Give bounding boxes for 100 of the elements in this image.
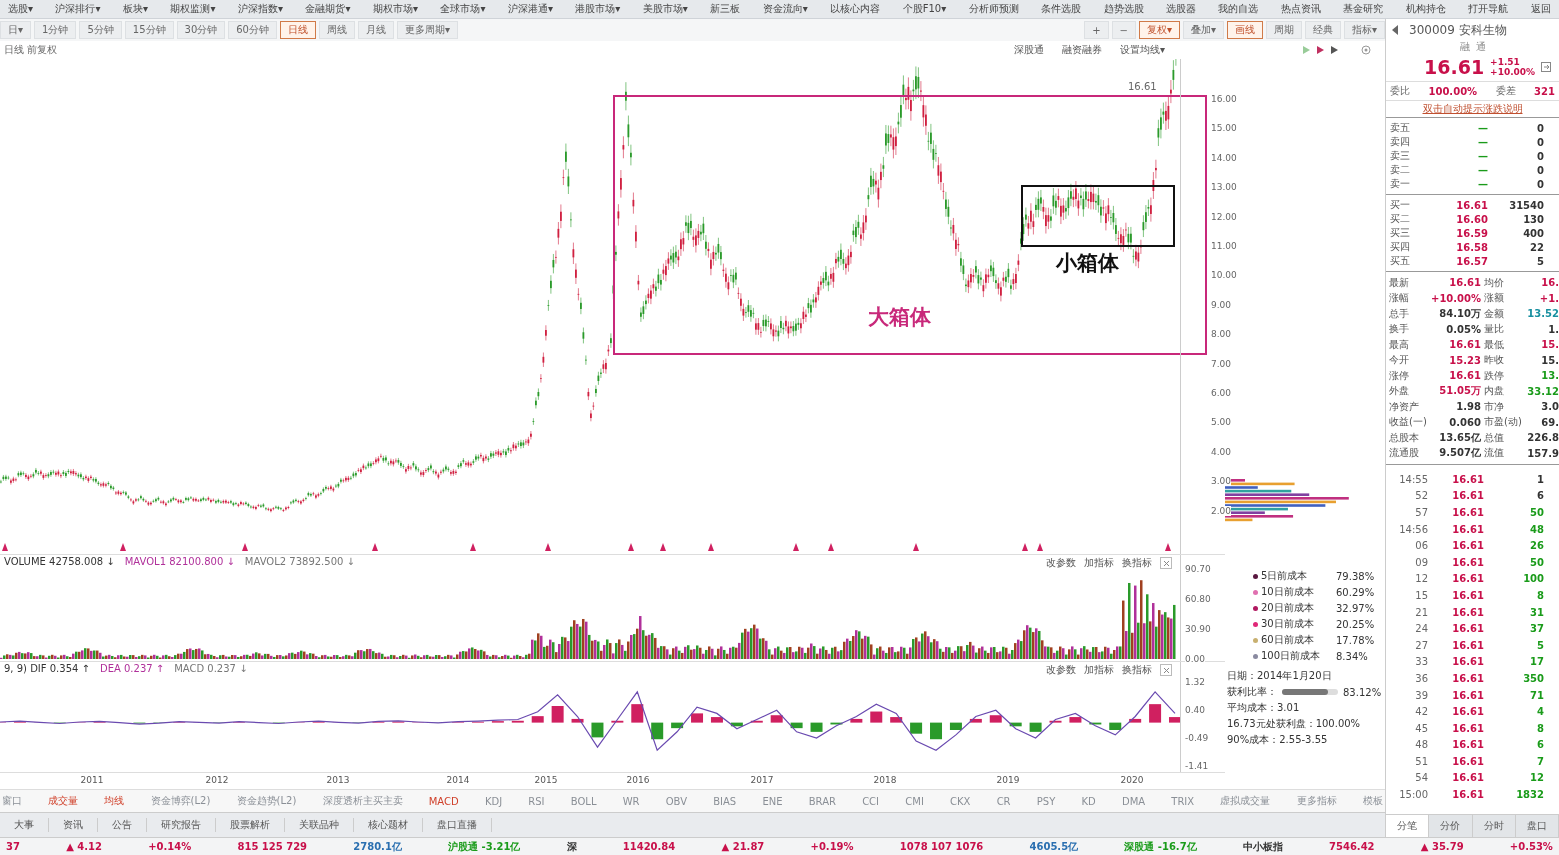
chart-tool-button[interactable]: 画线 [1226, 21, 1263, 39]
menu-item[interactable]: 打开导航 [1466, 2, 1511, 16]
menu-item[interactable]: 热点资讯 [1278, 2, 1323, 16]
period-tab[interactable]: 更多周期▾ [397, 21, 458, 39]
tick-price: 16.61 [1451, 706, 1484, 718]
menu-item[interactable]: 沪深排行▾ [53, 2, 103, 16]
close-button[interactable] [1160, 664, 1172, 677]
indicator-tab[interactable]: 窗口 [2, 794, 22, 808]
menu-item[interactable]: 选股器 [1164, 2, 1199, 16]
chip-info-line: 90%成本：2.55-3.55 [1227, 733, 1329, 747]
chart-tool-button[interactable]: + [1084, 21, 1109, 39]
period-tab[interactable]: 日▾ [0, 21, 32, 39]
chart-link[interactable]: 融资融券 [1061, 43, 1102, 57]
indicator-tab[interactable]: 成交量 [48, 794, 79, 808]
panel-tool-link[interactable]: 加指标 [1084, 556, 1114, 570]
quote-tab[interactable]: 盘口 [1515, 815, 1559, 837]
menu-item[interactable]: 沪深港通▾ [505, 2, 555, 16]
axis-label: 0.00 [1185, 654, 1206, 664]
menu-item[interactable]: 全球市场▾ [438, 2, 488, 16]
back-arrow-icon[interactable] [1392, 25, 1399, 35]
menu-item[interactable]: 基金研究 [1341, 2, 1386, 16]
menu-item[interactable]: 以核心内容 [828, 2, 883, 16]
close-button[interactable] [1160, 557, 1172, 569]
menu-item[interactable]: 期权监测▾ [168, 2, 218, 16]
menu-item[interactable]: 板块▾ [120, 2, 150, 16]
panel-tool-link[interactable]: 换指标 [1122, 556, 1152, 570]
legend-value: 60.29% [1336, 586, 1375, 598]
menu-item[interactable]: 条件选股 [1039, 2, 1084, 16]
indicator-tab[interactable]: MACD [428, 795, 459, 807]
tick-time: 09 [1414, 556, 1428, 568]
legend-label: 5日前成本 [1261, 569, 1309, 583]
hint-link[interactable]: 双击自动提示涨跌说明 [1386, 101, 1559, 118]
indicator-tab[interactable]: 更多指标 [1296, 794, 1337, 808]
quote-tab[interactable]: 分价 [1429, 815, 1473, 837]
menu-item[interactable]: 选股▾ [6, 2, 36, 16]
chart-tool-button[interactable]: 经典 [1304, 21, 1341, 39]
stat-label: 最新 [1389, 275, 1410, 290]
menu-item[interactable]: 港股市场▾ [573, 2, 623, 16]
bottom-tab[interactable]: 公告 [98, 818, 147, 832]
legend-label: 30日前成本 [1261, 617, 1315, 631]
period-tab[interactable]: 60分钟 [228, 21, 277, 39]
bottom-tab[interactable]: 盘口直播 [423, 818, 492, 832]
chart-link[interactable]: 设置均线▾ [1119, 43, 1165, 57]
menu-item[interactable]: 新三板 [708, 2, 743, 16]
chart-link[interactable]: 深股通 [1013, 43, 1044, 57]
panel-tool-link[interactable]: 改参数 [1046, 556, 1076, 570]
signal-marker-icon [1165, 543, 1171, 551]
chart-tool-button[interactable]: 复权▾ [1138, 21, 1180, 39]
year-label: 2017 [750, 775, 774, 786]
period-tab[interactable]: 周线 [319, 21, 355, 39]
period-tab[interactable]: 1分钟 [34, 21, 77, 39]
indicator-value: 9, 9) DIF 0.354 ↑ [4, 663, 90, 675]
panel-tool-link[interactable]: 加指标 [1084, 663, 1114, 678]
stat-value: 16.61 [1448, 339, 1481, 351]
signal-marker-icon [708, 543, 714, 551]
period-tab[interactable]: 15分钟 [124, 21, 174, 39]
chart-tool-button[interactable]: 指标▾ [1343, 21, 1385, 39]
quote-tab[interactable]: 分时 [1472, 815, 1516, 837]
order-label: 买三 [1390, 226, 1411, 240]
axis-label: 1.32 [1185, 677, 1206, 688]
menu-item[interactable]: 趋势选股 [1101, 2, 1146, 16]
stat-value: 15.23 [1448, 354, 1481, 366]
signal-marker-icon [545, 543, 551, 551]
quote-tab[interactable]: 分笔 [1386, 815, 1430, 837]
bottom-tab[interactable]: 资讯 [49, 818, 98, 832]
period-tab[interactable]: 日线 [280, 21, 316, 39]
menu-item[interactable]: 美股市场▾ [640, 2, 690, 16]
tick-time: 14:56 [1398, 523, 1428, 535]
settings-icon[interactable] [1361, 45, 1371, 55]
chart-tool-button[interactable]: 叠加▾ [1182, 21, 1224, 39]
ratio-value: 100.00% [1428, 85, 1478, 97]
chart-tool-button[interactable]: − [1111, 21, 1136, 39]
period-tab[interactable]: 月线 [358, 21, 394, 39]
status-value: 中小板指 [1242, 839, 1283, 854]
menu-item[interactable]: 个股F10▾ [900, 2, 949, 16]
bottom-tab[interactable]: 股票解析 [216, 818, 285, 832]
menu-item[interactable]: 返回 [1528, 2, 1553, 16]
menu-item[interactable]: 我的自选 [1216, 2, 1261, 16]
menu-item[interactable]: 分析师预测 [966, 2, 1021, 16]
chart-tool-button[interactable]: 周期 [1265, 21, 1302, 39]
period-tab[interactable]: 5分钟 [79, 21, 122, 39]
panel-tool-link[interactable]: 改参数 [1046, 663, 1076, 678]
stat-label: 跌停 [1483, 368, 1505, 383]
bottom-tab[interactable]: 研究报告 [147, 818, 216, 832]
panel-tool-link[interactable]: 换指标 [1122, 663, 1152, 678]
menu-item[interactable]: 期权市场▾ [370, 2, 420, 16]
indicator-tab[interactable]: 均线 [104, 794, 125, 808]
menu-item[interactable]: 沪深指数▾ [235, 2, 285, 16]
menu-item[interactable]: 机构持仓 [1403, 2, 1448, 16]
menu-item[interactable]: 资金流向▾ [760, 2, 810, 16]
signal-marker-icon [2, 543, 8, 551]
bottom-tab[interactable]: 大事 [0, 818, 49, 832]
tick-price: 16.61 [1451, 739, 1484, 751]
indicator-tab[interactable]: 虚拟成交量 [1220, 794, 1271, 808]
period-tab[interactable]: 30分钟 [176, 21, 226, 39]
export-icon[interactable] [1541, 62, 1552, 72]
menu-item[interactable]: 金融期货▾ [303, 2, 353, 16]
axis-label: 12.00 [1211, 211, 1237, 222]
bottom-tab[interactable]: 关联品种 [285, 818, 354, 832]
bottom-tab[interactable]: 核心题材 [354, 818, 423, 832]
